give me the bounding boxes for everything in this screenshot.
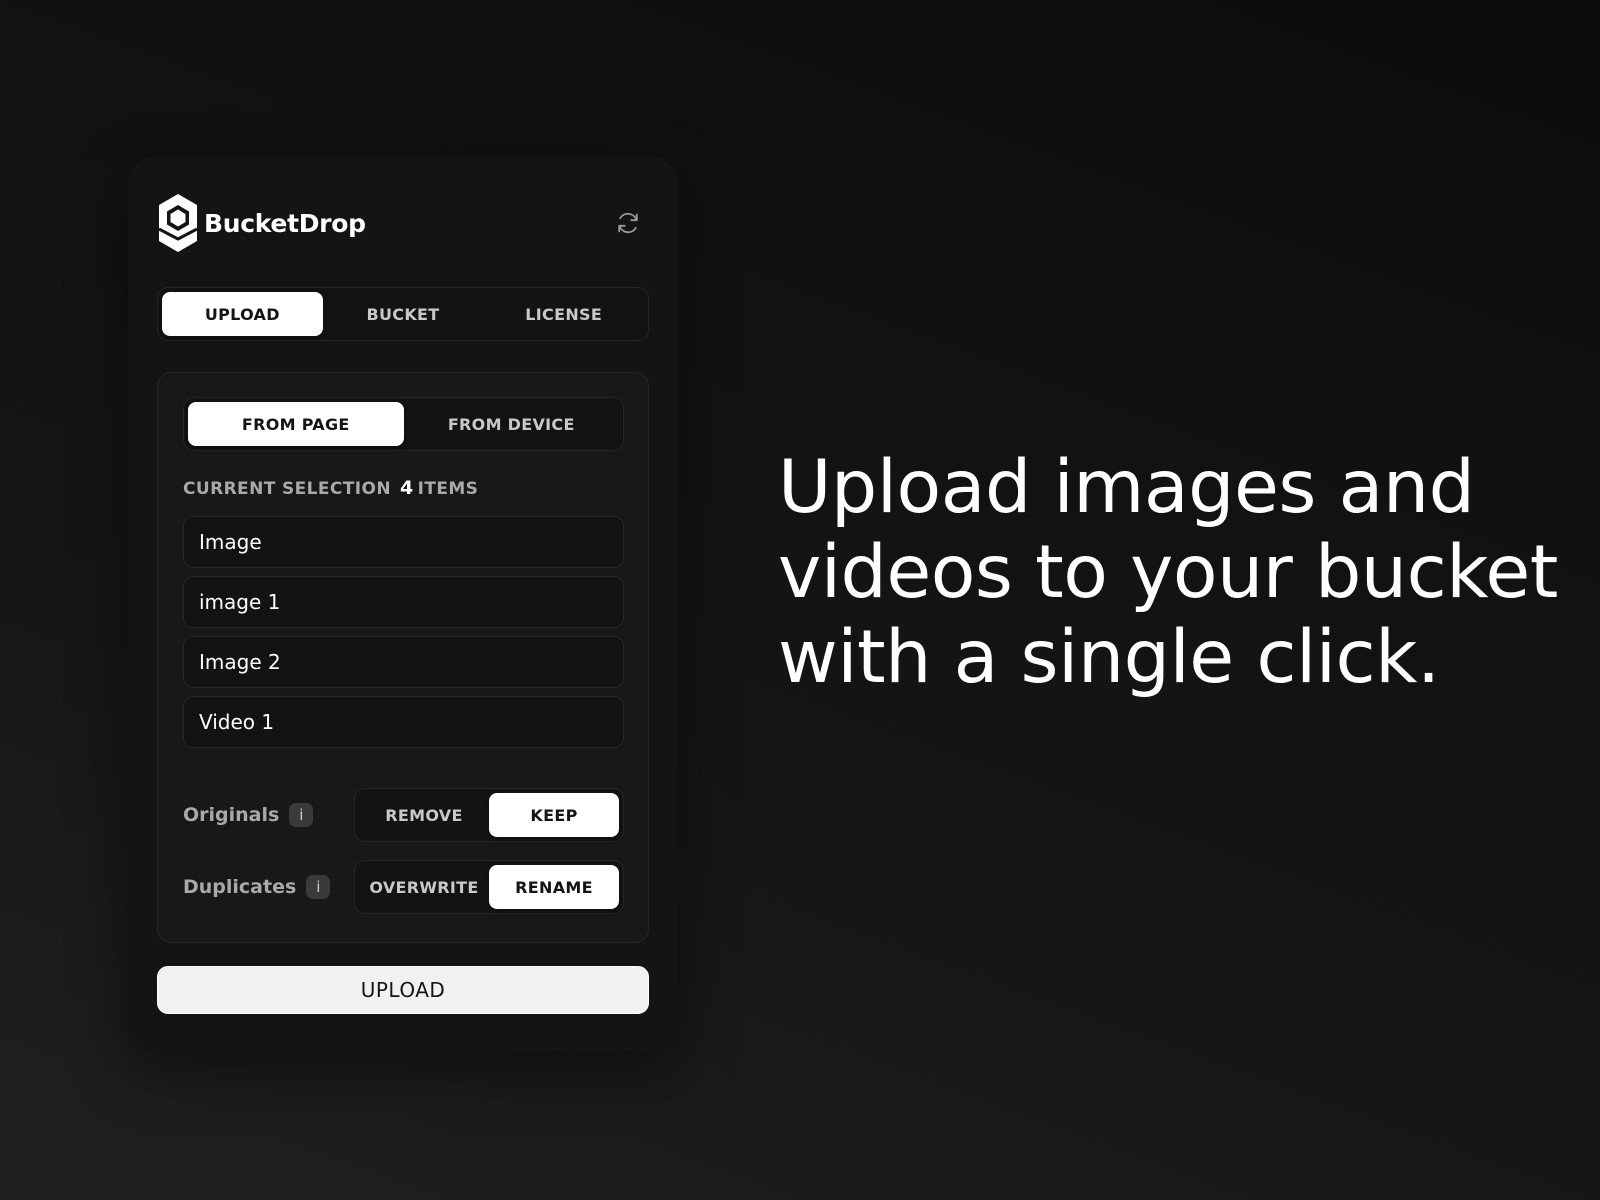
app-logo: BucketDrop xyxy=(157,193,366,253)
originals-label-group: Originals i xyxy=(183,788,314,842)
duplicates-label: Duplicates xyxy=(183,876,297,898)
originals-toggle: REMOVE KEEP xyxy=(354,788,624,842)
list-item[interactable]: Image 2 xyxy=(183,636,624,688)
main-tabs: UPLOAD BUCKET LICENSE xyxy=(157,287,649,341)
panel-header: BucketDrop xyxy=(157,193,649,253)
upload-button[interactable]: UPLOAD xyxy=(157,966,649,1014)
from-page-option[interactable]: FROM PAGE xyxy=(188,402,404,446)
tab-license[interactable]: LICENSE xyxy=(483,292,644,336)
rename-option[interactable]: RENAME xyxy=(489,865,619,909)
upload-settings-card: FROM PAGE FROM DEVICE CURRENT SELECTION 4… xyxy=(157,372,649,943)
tab-bucket[interactable]: BUCKET xyxy=(323,292,484,336)
selection-unit: ITEMS xyxy=(417,479,479,499)
duplicates-option-row: Duplicates i OVERWRITE RENAME xyxy=(183,860,624,914)
list-item[interactable]: Video 1 xyxy=(183,696,624,748)
headline-line: Upload images and xyxy=(778,445,1475,530)
headline-line: with a single click. xyxy=(778,615,1440,700)
keep-option[interactable]: KEEP xyxy=(489,793,619,837)
list-item[interactable]: image 1 xyxy=(183,576,624,628)
hero-headline: Upload images and videos to your bucket … xyxy=(778,445,1568,700)
app-name: BucketDrop xyxy=(204,208,366,238)
source-selector: FROM PAGE FROM DEVICE xyxy=(183,397,624,451)
extension-panel: BucketDrop UPLOAD BUCKET LICENSE FROM PA… xyxy=(128,157,678,1051)
refresh-icon[interactable] xyxy=(614,209,642,237)
duplicates-toggle: OVERWRITE RENAME xyxy=(354,860,624,914)
originals-label: Originals xyxy=(183,804,280,826)
hexagon-logo-icon xyxy=(158,194,198,252)
selection-summary: CURRENT SELECTION 4 ITEMS xyxy=(183,477,478,499)
list-item[interactable]: Image xyxy=(183,516,624,568)
headline-line: videos to your bucket xyxy=(778,530,1558,615)
info-icon[interactable]: i xyxy=(306,875,331,899)
overwrite-option[interactable]: OVERWRITE xyxy=(359,865,489,909)
duplicates-label-group: Duplicates i xyxy=(183,860,331,914)
from-device-option[interactable]: FROM DEVICE xyxy=(404,402,620,446)
remove-option[interactable]: REMOVE xyxy=(359,793,489,837)
selection-list: Image image 1 Image 2 Video 1 xyxy=(183,516,624,756)
selection-count: 4 xyxy=(400,477,414,499)
tab-upload[interactable]: UPLOAD xyxy=(162,292,323,336)
info-icon[interactable]: i xyxy=(289,803,314,827)
selection-label: CURRENT SELECTION xyxy=(183,479,391,499)
originals-option-row: Originals i REMOVE KEEP xyxy=(183,788,624,842)
